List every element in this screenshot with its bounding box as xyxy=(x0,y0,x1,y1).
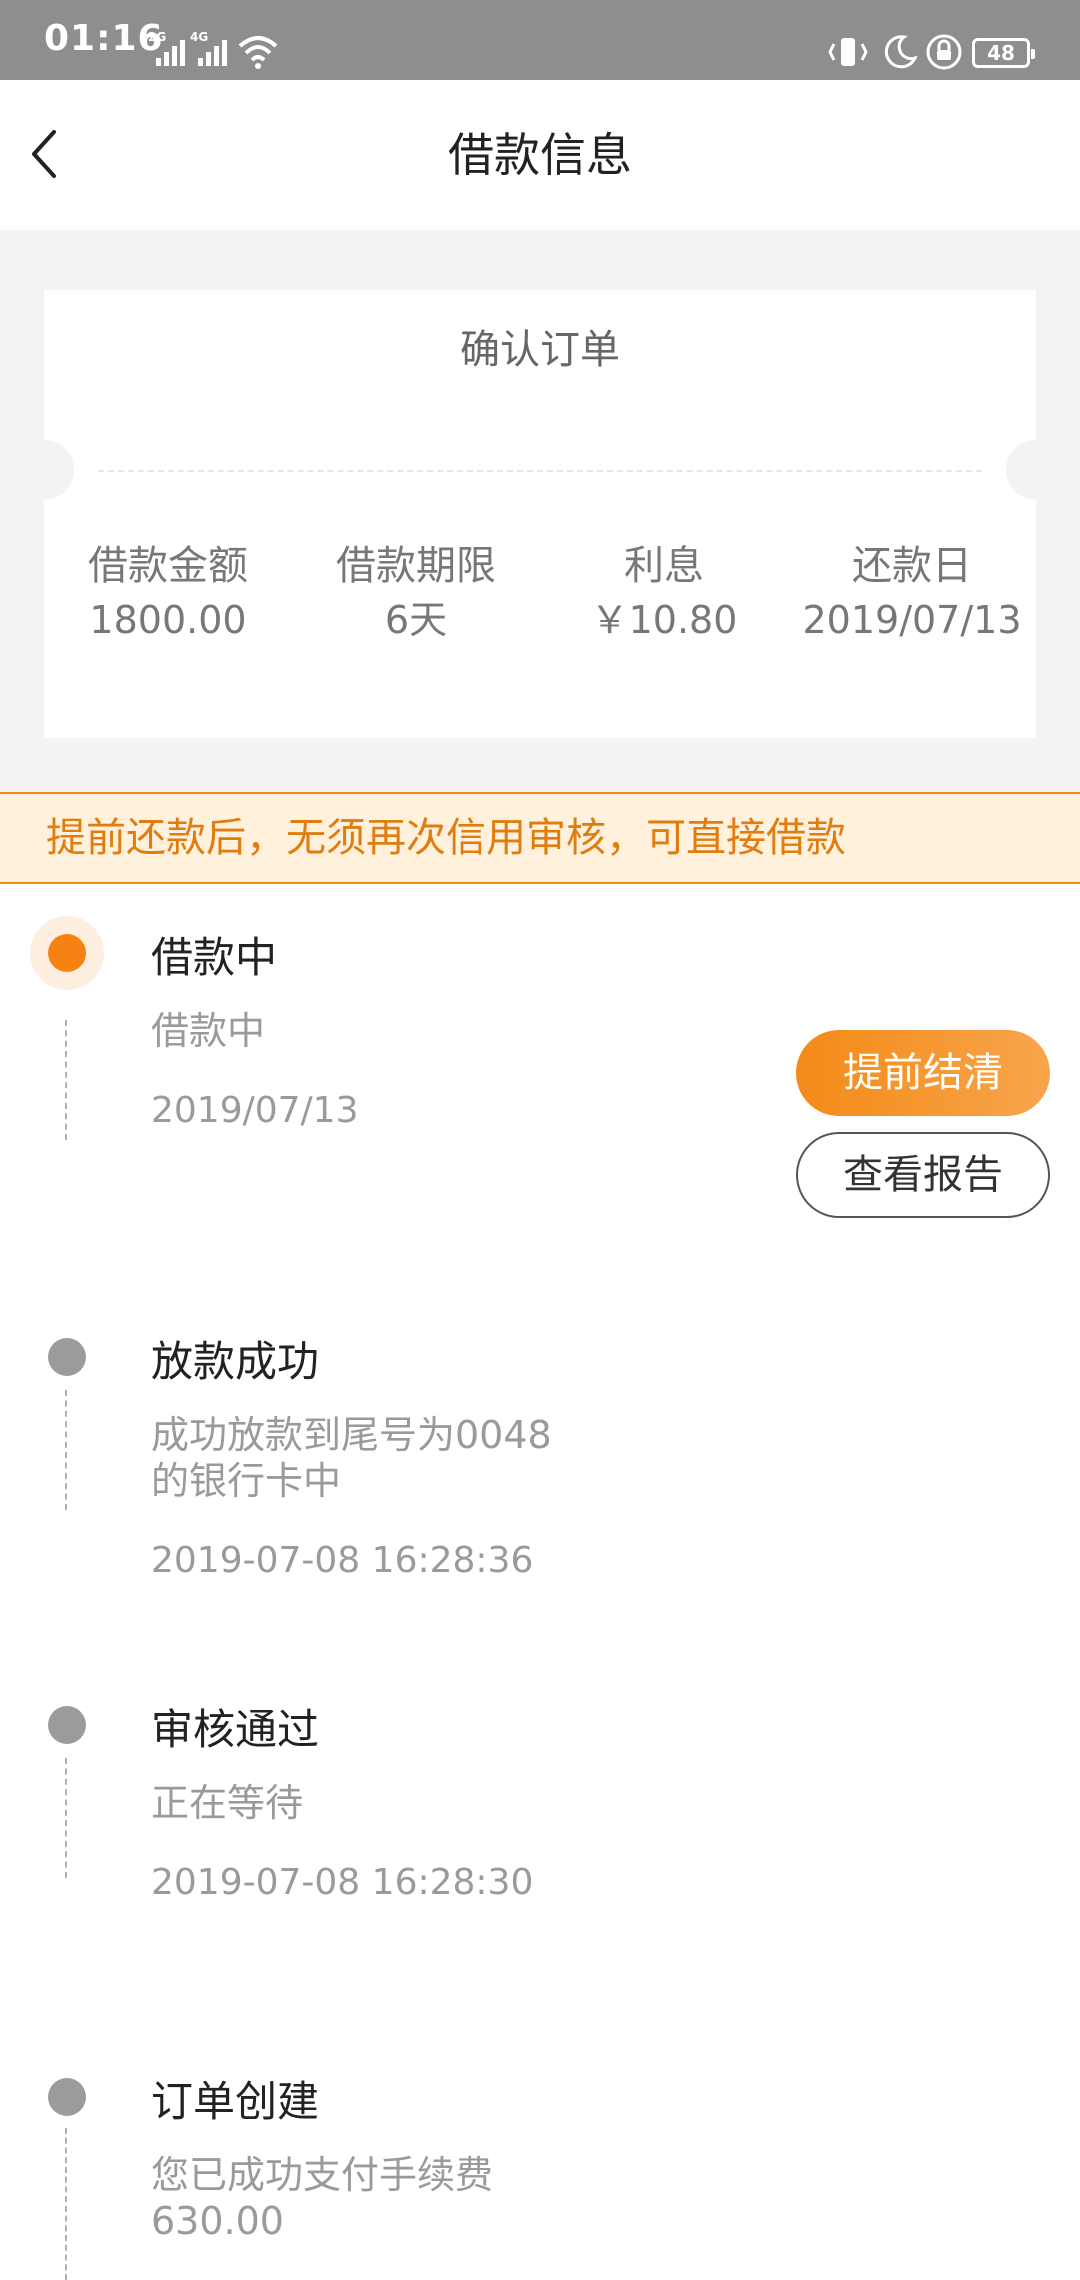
step-title: 订单创建 xyxy=(151,2077,320,2126)
timeline-connector xyxy=(65,1390,67,1510)
step-time: 2019-07-08 16:28:30 xyxy=(151,1862,534,1903)
step-description: 成功放款到尾号为0048 xyxy=(151,1413,552,1457)
timeline-connector xyxy=(65,2128,67,2280)
step-description: 您已成功支付手续费 xyxy=(151,2153,494,2197)
lock-rotation-icon xyxy=(926,34,962,70)
stat-label: 借款金额 xyxy=(88,543,248,589)
timeline-connector xyxy=(65,1020,67,1140)
timeline-dot xyxy=(48,1706,86,1744)
stat-label: 还款日 xyxy=(852,543,972,589)
loan-timeline: 借款中 借款中 2019/07/13 提前结清 查看报告 放款成功 成功放款到尾… xyxy=(0,884,1080,2280)
order-ticket-card: 确认订单 借款金额 1800.00 借款期限 6天 利息 ￥10.80 还款日 … xyxy=(14,290,1066,808)
order-summary-section: 确认订单 借款金额 1800.00 借款期限 6天 利息 ￥10.80 还款日 … xyxy=(0,230,1080,808)
step-description-line2: 的银行卡中 xyxy=(151,1459,342,1503)
settle-early-button[interactable]: 提前结清 xyxy=(796,1030,1050,1116)
status-bar: 01:16 2G 4G 48 xyxy=(0,0,1080,80)
stat-value: ￥10.80 xyxy=(590,598,738,642)
stat-label: 借款期限 xyxy=(336,543,496,589)
notice-text: 提前还款后，无须再次信用审核，可直接借款 xyxy=(46,815,846,861)
cellular-signal-icon-2: 4G xyxy=(190,30,234,66)
notice-banner: 提前还款后，无须再次信用审核，可直接借款 xyxy=(0,792,1080,884)
moon-icon xyxy=(884,35,918,69)
ticket-title: 确认订单 xyxy=(460,327,620,373)
stat-value: 6天 xyxy=(384,598,448,642)
step-time: 2019-07-08 16:28:36 xyxy=(151,1540,534,1581)
stat-value: 2019/07/13 xyxy=(802,598,1022,642)
stat-loan-term: 借款期限 6天 xyxy=(292,540,540,648)
timeline-dot-active xyxy=(30,916,104,990)
ticket-notch-right xyxy=(1006,440,1066,500)
ticket-divider xyxy=(98,470,982,472)
stat-label: 利息 xyxy=(624,543,704,589)
page-title: 借款信息 xyxy=(448,128,632,182)
stat-value: 1800.00 xyxy=(89,598,247,642)
header: 借款信息 xyxy=(0,80,1080,230)
step-description: 正在等待 xyxy=(151,1781,304,1825)
step-description: 借款中 xyxy=(151,1009,266,1053)
loan-stats: 借款金额 1800.00 借款期限 6天 利息 ￥10.80 还款日 2019/… xyxy=(44,540,1036,648)
view-report-button[interactable]: 查看报告 xyxy=(796,1132,1050,1218)
step-description-line2: 630.00 xyxy=(151,2199,284,2243)
timeline-dot xyxy=(48,1338,86,1376)
ticket-header: 确认订单 xyxy=(44,290,1036,470)
status-time: 01:16 xyxy=(44,18,164,59)
step-time: 2019/07/13 xyxy=(151,1090,359,1131)
timeline-connector xyxy=(65,1758,67,1878)
step-title: 借款中 xyxy=(151,933,278,982)
timeline-dot xyxy=(48,2078,86,2116)
step-title: 放款成功 xyxy=(151,1337,320,1386)
step-title: 审核通过 xyxy=(151,1705,320,1754)
battery-icon: 48 xyxy=(972,38,1035,68)
stat-loan-amount: 借款金额 1800.00 xyxy=(44,540,292,648)
wifi-icon xyxy=(238,36,278,69)
vibrate-icon xyxy=(828,38,868,66)
ticket-notch-left xyxy=(14,440,74,500)
stat-repayment-date: 还款日 2019/07/13 xyxy=(788,540,1036,648)
cellular-signal-icon: 2G xyxy=(148,30,192,66)
stat-interest: 利息 ￥10.80 xyxy=(540,540,788,648)
